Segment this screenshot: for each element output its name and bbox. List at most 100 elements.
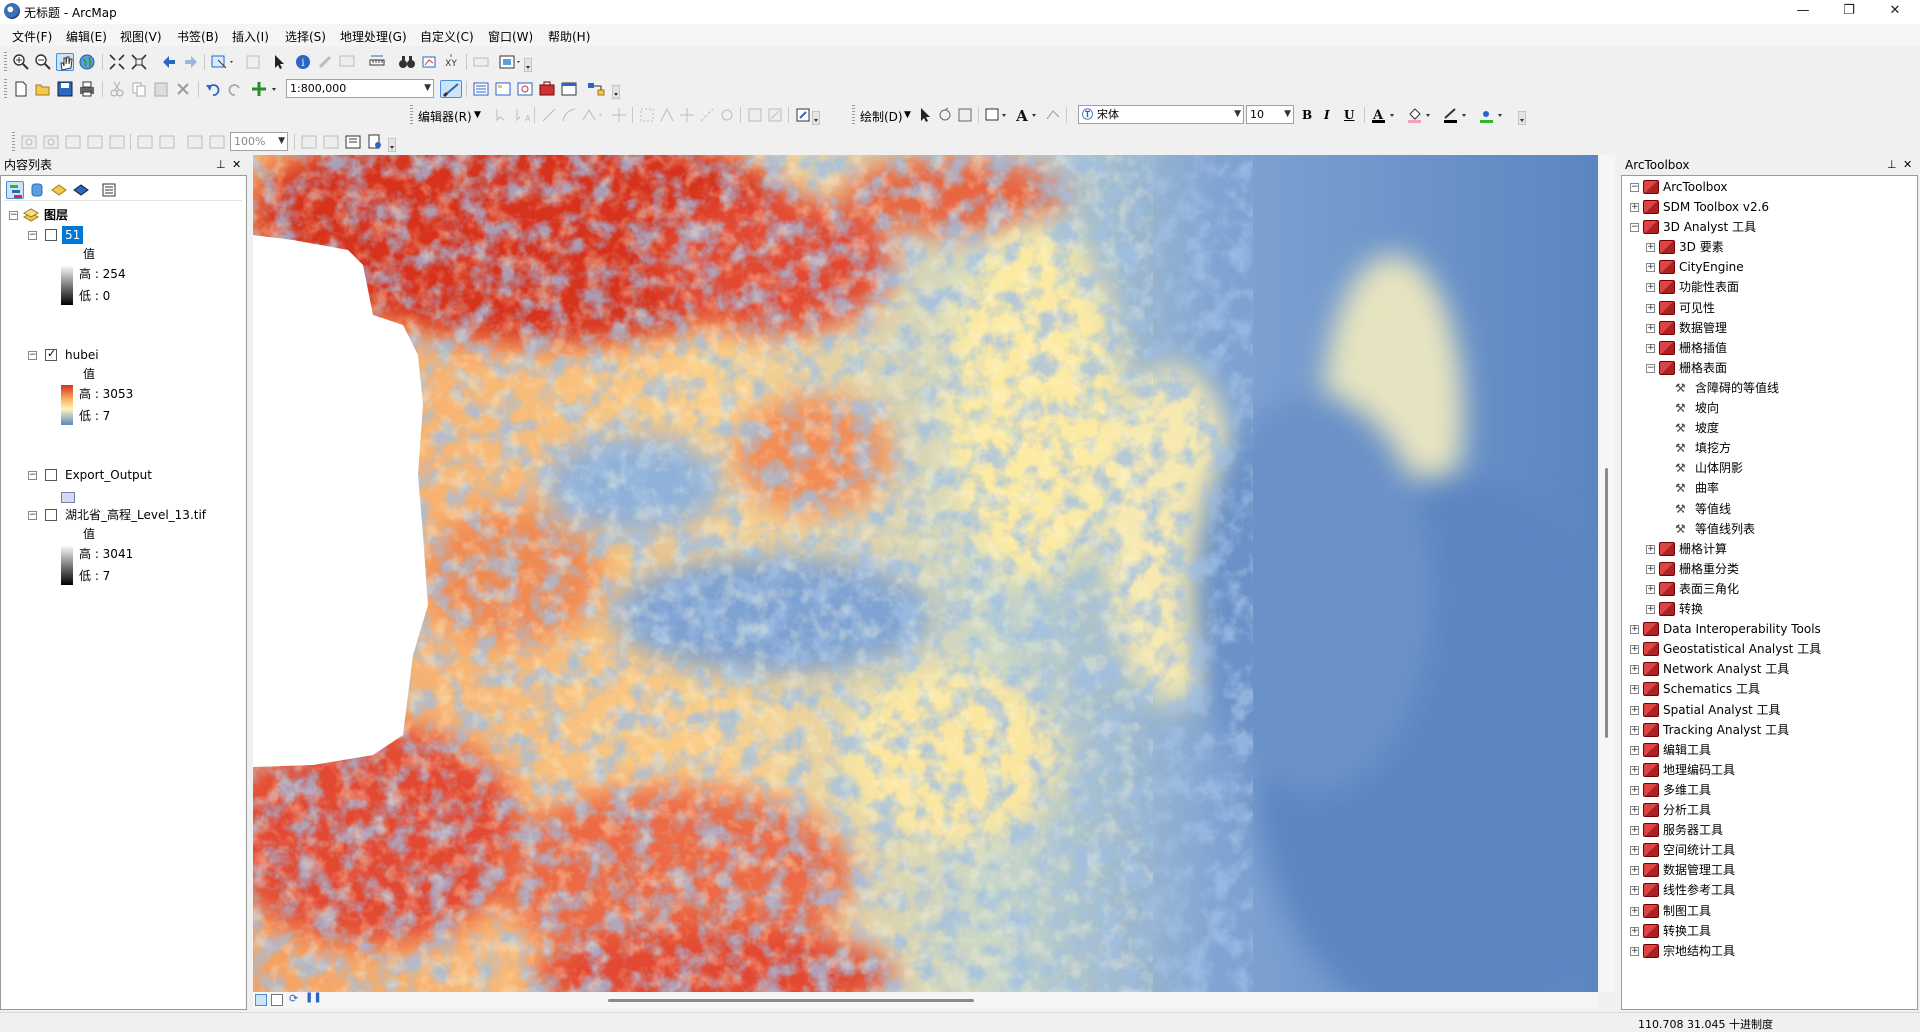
select-elements-arrow-icon[interactable]	[270, 53, 288, 71]
modelbuilder-icon[interactable]	[586, 80, 608, 98]
layout-view-icon[interactable]	[271, 994, 283, 1006]
new-rectangle-icon[interactable]	[984, 106, 1010, 124]
tool-item[interactable]: 填挖方	[1695, 439, 1731, 457]
menu-customize[interactable]: 自定义(C)	[420, 28, 474, 45]
toolset-item[interactable]: 栅格插值	[1679, 339, 1727, 357]
change-layout-icon[interactable]	[344, 133, 362, 151]
catalog-window-icon[interactable]	[494, 80, 512, 98]
select-elements-arrow-icon[interactable]	[916, 106, 934, 124]
tree-expander[interactable]: +	[1630, 705, 1639, 715]
toolbox-item[interactable]: SDM Toolbox v2.6	[1663, 198, 1769, 216]
toolset-item[interactable]: 表面三角化	[1679, 580, 1739, 598]
list-by-drawing-order-icon[interactable]	[6, 181, 24, 199]
print-icon[interactable]	[78, 80, 96, 98]
tree-expander[interactable]: +	[1630, 946, 1639, 956]
tree-expander[interactable]: +	[1630, 886, 1639, 896]
layer-name-51[interactable]: 51	[62, 226, 84, 244]
zoom-whole-page-icon[interactable]	[86, 133, 104, 151]
toolbar-options-chevron-icon[interactable]	[387, 137, 397, 156]
pin-icon[interactable]: ⊥	[1887, 156, 1897, 174]
drawing-menu-button[interactable]: 绘制(D)	[860, 108, 903, 125]
tool-item[interactable]: 等值线	[1695, 500, 1731, 518]
close-button[interactable]: ✕	[1872, 0, 1918, 24]
toolbar-grip[interactable]	[4, 79, 7, 99]
open-folder-icon[interactable]	[34, 80, 52, 98]
tree-expander[interactable]: +	[1630, 866, 1639, 876]
html-popup-icon[interactable]	[338, 53, 356, 71]
trace-tool-icon[interactable]	[580, 106, 606, 124]
pin-icon[interactable]: ⊥	[216, 156, 226, 174]
tree-expander[interactable]: +	[1646, 303, 1655, 313]
line-color-button[interactable]	[1442, 106, 1470, 124]
tree-expander[interactable]: +	[1630, 765, 1639, 775]
tree-expander[interactable]: +	[1646, 343, 1655, 353]
delete-x-icon[interactable]	[174, 80, 192, 98]
chevron-down-icon[interactable]: ▼	[904, 110, 911, 120]
toolset-item[interactable]: 3D 要素	[1679, 238, 1724, 256]
layer-visibility-checkbox[interactable]	[45, 509, 57, 521]
toolbar-options-chevron-icon[interactable]	[811, 110, 821, 129]
toolset-item[interactable]: CityEngine	[1679, 258, 1744, 276]
tree-expander[interactable]: +	[1646, 283, 1655, 293]
layer-expander[interactable]: −	[28, 511, 37, 520]
new-document-icon[interactable]	[12, 80, 30, 98]
tree-expander[interactable]: +	[1630, 826, 1639, 836]
full-extent-globe-icon[interactable]	[78, 53, 96, 71]
close-icon[interactable]: ✕	[232, 156, 241, 174]
reshape-feature-icon[interactable]	[658, 106, 676, 124]
fixed-zoom-in-icon[interactable]	[108, 53, 126, 71]
tree-expander[interactable]: −	[1630, 223, 1639, 233]
tool-item[interactable]: 等值线列表	[1695, 520, 1755, 538]
map-view[interactable]	[253, 155, 1598, 992]
edit-vertices-draw-icon[interactable]	[1044, 106, 1062, 124]
go-forward-arrow-icon[interactable]	[182, 53, 200, 71]
layer-visibility-checkbox[interactable]	[45, 347, 57, 361]
tree-expander[interactable]: +	[1630, 846, 1639, 856]
zoom-in-icon[interactable]	[12, 53, 30, 71]
fill-color-button[interactable]	[1406, 106, 1434, 124]
go-back-arrow-icon[interactable]	[160, 53, 178, 71]
sketch-properties-icon[interactable]	[766, 106, 784, 124]
tree-expander[interactable]: +	[1630, 785, 1639, 795]
redo-icon[interactable]	[226, 80, 244, 98]
layer-name-hubei[interactable]: hubei	[65, 346, 99, 364]
menu-edit[interactable]: 编辑(E)	[66, 28, 107, 45]
edit-vertices-icon[interactable]	[638, 106, 656, 124]
toolbar-options-chevron-icon[interactable]	[1517, 110, 1527, 129]
tree-expander[interactable]: +	[1630, 203, 1639, 212]
menu-view[interactable]: 视图(V)	[120, 28, 162, 45]
italic-button[interactable]: I	[1324, 108, 1330, 122]
clear-selection-icon[interactable]	[244, 53, 262, 71]
add-data-icon[interactable]	[250, 80, 280, 98]
toggle-draft-mode-icon[interactable]	[300, 133, 318, 151]
toolbox-item[interactable]: 服务器工具	[1663, 821, 1723, 839]
pan-hand-icon[interactable]	[56, 53, 74, 71]
layer-expander[interactable]: −	[28, 471, 37, 480]
time-slider-icon[interactable]	[472, 53, 490, 71]
copy-icon[interactable]	[130, 80, 148, 98]
toolbar-options-chevron-icon[interactable]	[611, 84, 621, 103]
chevron-down-icon[interactable]: ▼	[474, 110, 481, 120]
tool-item[interactable]: 曲率	[1695, 479, 1719, 497]
zoom-to-elements-icon[interactable]	[956, 106, 974, 124]
toolbox-item[interactable]: 线性参考工具	[1663, 881, 1735, 899]
menu-help[interactable]: 帮助(H)	[548, 28, 590, 45]
menu-windows[interactable]: 窗口(W)	[488, 28, 533, 45]
end-point-arc-icon[interactable]	[560, 106, 578, 124]
font-size-select[interactable]: 10 ▼	[1246, 105, 1294, 124]
toolset-item[interactable]: 功能性表面	[1679, 278, 1739, 296]
back-extent-layout-icon[interactable]	[186, 133, 204, 151]
toolset-item[interactable]: 栅格表面	[1679, 359, 1727, 377]
layer-expander[interactable]: −	[28, 231, 37, 240]
fixed-zoom-out-layout-icon[interactable]	[158, 133, 176, 151]
search-window-icon[interactable]	[516, 80, 534, 98]
toc-options-icon[interactable]	[100, 181, 118, 199]
create-features-icon[interactable]	[794, 106, 812, 124]
tree-expander[interactable]: +	[1646, 243, 1655, 253]
save-icon[interactable]	[56, 80, 74, 98]
rotate-tool-icon[interactable]	[718, 106, 736, 124]
python-window-icon[interactable]	[560, 80, 578, 98]
toolbar-grip[interactable]	[410, 105, 413, 125]
collapse-arctoolbox-toggle[interactable]: −	[1630, 183, 1639, 192]
layer-name-hubei-elevation-tif[interactable]: 湖北省_高程_Level_13.tif	[65, 506, 206, 524]
